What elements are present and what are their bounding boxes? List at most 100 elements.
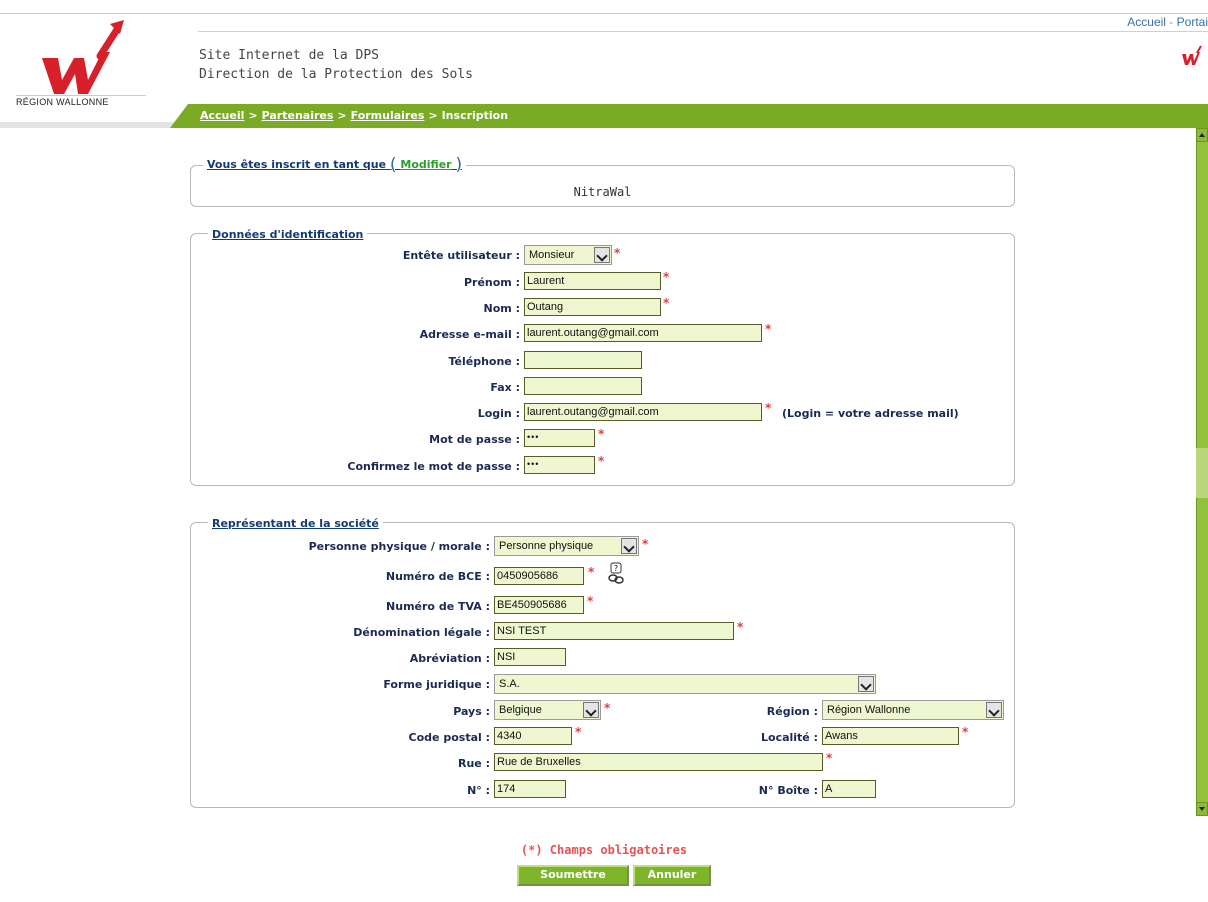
company-legend: Représentant de la société [208,517,383,530]
person-type-label: Personne physique / morale : [308,540,490,553]
required-marker: * [598,427,605,441]
bce-label: Numéro de BCE : [385,570,490,583]
city-label: Localité : [761,731,818,744]
cancel-button[interactable]: Annuler [633,865,711,886]
top-divider [0,13,1208,14]
registration-box: Vous êtes inscrit en tant que ( Modifier… [190,155,1015,207]
required-marker: * [575,725,582,739]
street-label: Rue : [458,757,490,770]
email-input[interactable]: laurent.outang@gmail.com [524,324,762,342]
number-input[interactable]: 174 [494,780,566,798]
required-marker: * [765,401,772,415]
registration-legend: Vous êtes inscrit en tant que ( Modifier… [203,155,467,175]
chevron-down-icon[interactable] [594,247,610,263]
chevron-down-icon[interactable] [583,702,599,718]
scroll-grip [1196,448,1208,498]
region-select[interactable]: Région Wallonne [822,700,1004,720]
confirm-password-input[interactable]: ••• [524,456,595,474]
email-label: Adresse e-mail : [419,328,520,341]
title-label: Entête utilisateur : [402,249,520,262]
firstname-input[interactable]: Laurent [524,272,661,290]
city-input[interactable]: Awans [822,727,959,745]
abbreviation-label: Abréviation : [409,652,490,665]
chevron-down-icon[interactable] [986,702,1002,718]
site-title-line-1: Site Internet de la DPS [199,48,380,63]
breadcrumb-sep: > [248,109,258,122]
lastname-label: Nom : [483,302,520,315]
postal-code-label: Code postal : [408,731,490,744]
required-marker: * [598,454,605,468]
person-type-select[interactable]: Personne physique [494,536,639,556]
lastname-input[interactable]: Outang [524,298,661,316]
bce-input[interactable]: 0450905686 [494,567,584,585]
identification-legend: Données d'identification [208,228,368,241]
breadcrumb-sep: > [337,109,347,122]
login-label: Login : [477,407,520,420]
person-type-value: Personne physique [499,540,594,552]
top-link-separator: - [1169,15,1177,29]
box-number-label: N° Boîte : [758,784,818,797]
breadcrumb-accueil[interactable]: Accueil [200,109,244,122]
box-number-input[interactable]: A [822,780,876,798]
phone-label: Téléphone : [448,355,520,368]
mandatory-fields-note: (*) Champs obligatoires [520,843,688,857]
legal-form-value: S.A. [499,678,520,690]
breadcrumb-partenaires[interactable]: Partenaires [262,109,334,122]
phone-input[interactable] [524,351,642,369]
street-input[interactable]: Rue de Bruxelles [494,753,823,771]
top-link-portail[interactable]: Portai [1177,15,1208,29]
registration-value: NitraWal [573,185,632,199]
confirm-password-label: Confirmez le mot de passe : [347,460,520,473]
required-marker: * [588,565,595,579]
breadcrumb: Accueil > Partenaires > Formulaires > Inscript… [170,104,1208,128]
vertical-scrollbar[interactable] [1196,128,1208,816]
required-marker: * [642,537,649,551]
top-links: Accueil - Portai [1127,15,1208,29]
password-input[interactable]: ••• [524,429,595,447]
legal-form-select[interactable]: S.A. [494,674,876,694]
country-value: Belgique [499,704,542,716]
scroll-down-button[interactable] [1196,802,1208,816]
fax-input[interactable] [524,377,642,395]
site-title: Site Internet de la DPS Direction de la … [199,46,473,84]
country-label: Pays : [453,705,490,718]
legal-form-label: Forme juridique : [383,678,490,691]
breadcrumb-current: Inscription [441,109,509,122]
number-label: N° : [467,784,490,797]
login-input[interactable]: laurent.outang@gmail.com [524,403,762,421]
help-link-icon[interactable]: ? [606,562,626,584]
required-marker: * [663,296,670,310]
tva-input[interactable]: BE450905686 [494,596,584,614]
chevron-down-icon[interactable] [621,538,637,554]
required-marker: * [663,270,670,284]
login-note: (Login = votre adresse mail) [782,407,959,420]
required-marker: * [765,322,772,336]
submit-button[interactable]: Soumettre [517,865,629,886]
svg-text:?: ? [614,564,618,573]
site-title-line-2: Direction de la Protection des Sols [199,67,473,82]
legal-name-label: Dénomination légale : [353,626,490,639]
top-link-accueil[interactable]: Accueil [1127,15,1166,29]
breadcrumb-sep: > [428,109,438,122]
tva-label: Numéro de TVA : [386,600,490,613]
mini-logo-icon [1182,45,1202,65]
modify-link[interactable]: Modifier [400,158,451,171]
postal-code-input[interactable]: 4340 [494,727,572,745]
required-marker: * [604,701,611,715]
region-value: Région Wallonne [827,704,911,716]
scroll-up-button[interactable] [1196,128,1208,142]
region-label: Région : [766,705,818,718]
required-marker: * [737,620,744,634]
country-select[interactable]: Belgique [494,700,601,720]
breadcrumb-formulaires[interactable]: Formulaires [351,109,425,122]
required-marker: * [826,751,833,765]
registration-legend-text: Vous êtes inscrit en tant que [207,158,387,171]
chevron-down-icon[interactable] [858,676,874,692]
fax-label: Fax : [490,381,520,394]
title-select[interactable]: Monsieur [524,245,612,265]
legal-name-input[interactable]: NSI TEST [494,622,734,640]
required-marker: * [614,246,621,260]
title-select-value: Monsieur [529,249,575,261]
abbreviation-input[interactable]: NSI [494,648,566,666]
logo-caption: RÉGION WALLONNE [16,95,146,107]
